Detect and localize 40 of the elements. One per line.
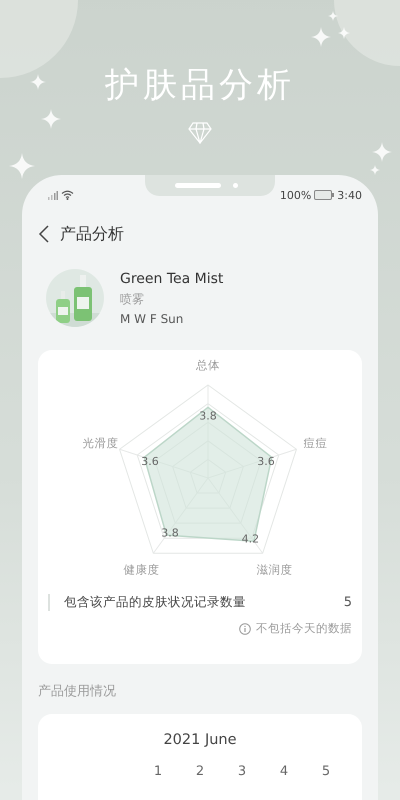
calendar-day[interactable]: 4 [263,764,305,779]
axis-label: 滋润度 [256,562,292,576]
axis-label: 总体 [196,358,220,372]
battery-percent: 100% [280,188,312,202]
sparkle-icon [30,74,46,90]
value-label: 4.2 [242,532,260,546]
clock: 3:40 [337,188,362,202]
value-label: 3.6 [141,455,159,468]
calendar-day[interactable]: 5 [305,764,347,779]
info-icon [239,622,251,634]
value-label: 3.8 [161,526,179,540]
product-name: Green Tea Mist [120,270,224,286]
sparkle-icon [328,11,338,21]
calendar-day[interactable]: 3 [221,764,263,779]
page-title: 产品分析 [60,224,124,244]
calendar-month: 2021 June [162,732,238,748]
back-icon[interactable] [38,225,50,243]
calendar-day[interactable]: 1 [137,764,179,779]
product-type: 喷雾 [120,290,145,308]
sparkle-icon [9,153,35,179]
record-count-label: 包含该产品的皮肤状况记录数量 [64,594,247,611]
calendar-day[interactable]: 2 [179,764,221,779]
value-label: 3.6 [257,455,275,468]
axis-label: 健康度 [124,562,160,576]
note-text: 不包括今天的数据 [256,621,352,636]
axis-label: 痘痘 [303,436,328,450]
sparkle-icon [370,165,380,175]
sparkle-icon [41,109,61,129]
diamond-icon [188,122,212,144]
record-count-value: 5 [344,595,352,610]
sparkle-icon [311,27,331,47]
product-schedule: M W F Sun [120,312,184,326]
section-title: 产品使用情况 [38,683,117,700]
value-label: 3.8 [199,409,217,422]
wifi-icon [61,190,74,200]
signal-icon [48,190,58,200]
sparkle-icon [338,27,350,39]
battery-icon [314,190,334,200]
axis-label: 光滑度 [82,436,119,450]
sparkle-icon [372,142,392,162]
